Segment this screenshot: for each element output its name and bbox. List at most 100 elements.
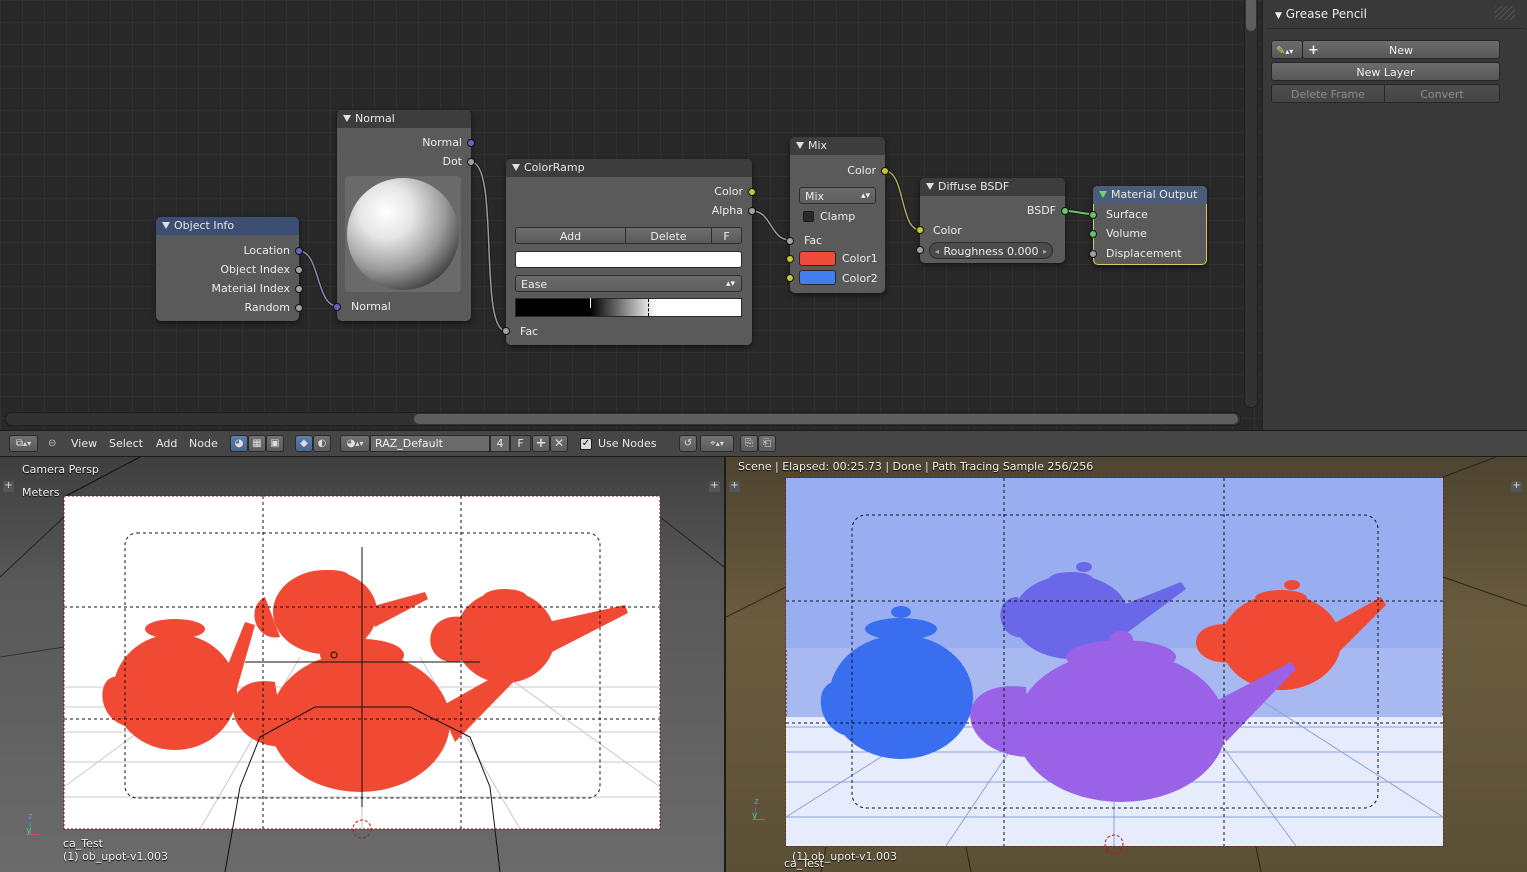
interpolation-select[interactable]: Ease ▴▾ xyxy=(515,275,742,292)
color-ramp-gradient[interactable] xyxy=(515,298,742,317)
color2-swatch[interactable] xyxy=(799,270,836,285)
object-shader-icon[interactable]: ◆ xyxy=(295,435,313,452)
socket-material-index[interactable] xyxy=(295,285,303,293)
material-output-node[interactable]: Material Output Surface Volume Displacem… xyxy=(1089,186,1207,265)
socket-dot[interactable] xyxy=(467,158,475,166)
clamp-checkbox[interactable] xyxy=(803,211,814,222)
socket-mix-fac[interactable] xyxy=(786,237,794,245)
socket-color2[interactable] xyxy=(786,274,794,282)
colorramp-header[interactable]: ColorRamp xyxy=(506,159,752,177)
3d-viewport-rendered[interactable]: Scene | Elapsed: 00:25.73 | Done | Path … xyxy=(724,457,1527,872)
horizontal-scroll-thumb[interactable] xyxy=(414,414,1238,424)
socket-location[interactable] xyxy=(295,247,303,255)
ramp-stop-right[interactable] xyxy=(648,299,649,316)
shader-nodes-icon[interactable]: ◕ xyxy=(230,435,248,452)
node-editor[interactable]: Object Info Location Object Index Materi… xyxy=(0,0,1262,430)
editor-type-menu[interactable]: ⧉▴▾ xyxy=(9,435,38,452)
collapse-triangle-icon[interactable] xyxy=(1099,191,1107,198)
decrement-arrow-icon[interactable]: ◂ xyxy=(935,243,939,260)
ramp-stop-left[interactable] xyxy=(590,298,591,308)
convert-button[interactable]: Convert xyxy=(1384,84,1500,103)
collapse-triangle-icon[interactable] xyxy=(926,183,934,190)
roughness-slider[interactable]: ◂ Roughness 0.000 ▸ xyxy=(929,242,1053,259)
world-shader-icon[interactable]: ◐ xyxy=(313,435,331,452)
updown-arrows-icon: ▴▾ xyxy=(1285,47,1294,56)
normal-header[interactable]: Normal xyxy=(337,110,471,128)
mix-node[interactable]: Mix Color Mix ▴▾ Clamp Fac Color1 Color2 xyxy=(786,137,889,293)
tool-shelf-expand-icon[interactable]: + xyxy=(729,481,740,492)
3d-viewport-solid[interactable]: Camera Persp Meters z y ca_Test (1) ob_u… xyxy=(0,457,724,872)
properties-expand-icon[interactable]: + xyxy=(709,481,720,492)
collapse-menus-icon[interactable]: ⊖ xyxy=(48,438,56,449)
properties-expand-icon[interactable]: + xyxy=(1511,481,1522,492)
material-output-header[interactable]: Material Output xyxy=(1093,186,1207,204)
menu-add[interactable]: Add xyxy=(156,437,177,450)
colorramp-node[interactable]: ColorRamp Color Alpha Add Delete F Ease … xyxy=(502,159,756,345)
normal-sphere-widget[interactable] xyxy=(345,176,461,292)
new-layer-button[interactable]: New Layer xyxy=(1271,62,1500,81)
snap-element-menu[interactable]: ⌖▴▾ xyxy=(700,435,734,452)
horizontal-scrollbar[interactable] xyxy=(5,412,1241,426)
unlink-material-icon[interactable]: ✕ xyxy=(550,435,568,452)
collapse-triangle-icon[interactable] xyxy=(162,222,170,229)
color1-swatch[interactable] xyxy=(799,251,836,266)
vertical-scrollbar[interactable] xyxy=(1244,0,1258,408)
new-material-icon[interactable]: + xyxy=(532,435,550,452)
panel-drag-handle[interactable] xyxy=(1495,6,1515,20)
socket-color[interactable] xyxy=(748,188,756,196)
socket-surface[interactable] xyxy=(1089,211,1097,219)
socket-alpha[interactable] xyxy=(748,207,756,215)
diffuse-header[interactable]: Diffuse BSDF xyxy=(920,178,1065,196)
socket-normal-out[interactable] xyxy=(467,139,475,147)
socket-object-index[interactable] xyxy=(295,266,303,274)
grease-pencil-datablock-browse[interactable]: ✎▴▾ xyxy=(1271,40,1303,59)
axis-gizmo-icon: z y xyxy=(751,797,765,823)
collapse-triangle-icon[interactable] xyxy=(343,115,351,122)
copy-nodes-icon[interactable]: ⎘ xyxy=(740,435,758,452)
socket-normal-in[interactable] xyxy=(333,303,341,311)
socket-bsdf[interactable] xyxy=(1061,207,1069,215)
new-grease-pencil-button[interactable]: + New xyxy=(1302,40,1500,59)
diffuse-bsdf-node[interactable]: Diffuse BSDF BSDF Color ◂ Roughness 0.00… xyxy=(916,178,1069,263)
normal-sphere[interactable] xyxy=(347,178,459,290)
menu-node[interactable]: Node xyxy=(189,437,218,450)
material-browse-button[interactable]: ◕▴▾ xyxy=(340,435,370,452)
add-stop-button[interactable]: Add xyxy=(515,227,626,244)
mix-header[interactable]: Mix xyxy=(790,137,885,155)
socket-displacement[interactable] xyxy=(1089,250,1097,258)
compositing-nodes-icon[interactable]: ▣ xyxy=(266,435,284,452)
texture-nodes-icon[interactable]: ▦ xyxy=(248,435,266,452)
material-users-count[interactable]: 4 xyxy=(490,435,510,452)
fake-user-toggle[interactable]: F xyxy=(510,435,531,452)
delete-stop-button[interactable]: Delete xyxy=(625,227,712,244)
socket-fac[interactable] xyxy=(502,327,510,335)
updown-arrows-icon: ▴▾ xyxy=(23,439,32,448)
socket-diffuse-color[interactable] xyxy=(916,226,924,234)
updown-arrows-icon: ▴▾ xyxy=(860,191,870,201)
socket-mix-color[interactable] xyxy=(881,167,889,175)
collapse-triangle-icon[interactable]: ▼ xyxy=(1275,11,1282,21)
object-info-header[interactable]: Object Info xyxy=(156,217,299,235)
menu-select[interactable]: Select xyxy=(109,437,143,450)
socket-volume[interactable] xyxy=(1089,230,1097,238)
object-info-node[interactable]: Object Info Location Object Index Materi… xyxy=(156,217,303,321)
material-name-field[interactable]: RAZ_Default xyxy=(370,435,490,452)
increment-arrow-icon[interactable]: ▸ xyxy=(1043,243,1047,260)
delete-frame-button[interactable]: Delete Frame xyxy=(1271,84,1385,103)
grease-pencil-panel-title[interactable]: ▼ Grease Pencil xyxy=(1275,7,1367,21)
use-nodes-checkbox[interactable]: ✓ xyxy=(580,438,592,450)
vertical-scroll-thumb[interactable] xyxy=(1246,0,1256,31)
socket-random[interactable] xyxy=(295,304,303,312)
menu-view[interactable]: View xyxy=(71,437,97,450)
tool-shelf-expand-icon[interactable]: + xyxy=(3,481,14,492)
collapse-triangle-icon[interactable] xyxy=(512,164,520,171)
socket-roughness[interactable] xyxy=(916,246,924,254)
paste-nodes-icon[interactable]: ⎗ xyxy=(758,435,776,452)
flip-ramp-button[interactable]: F xyxy=(711,227,742,244)
backdrop-icon[interactable]: ↺ xyxy=(679,435,697,452)
collapse-triangle-icon[interactable] xyxy=(796,142,804,149)
socket-color1[interactable] xyxy=(786,255,794,263)
active-stop-color-field[interactable] xyxy=(515,251,742,268)
normal-node[interactable]: Normal Normal Dot Normal xyxy=(333,110,475,321)
blend-type-select[interactable]: Mix ▴▾ xyxy=(799,187,876,204)
